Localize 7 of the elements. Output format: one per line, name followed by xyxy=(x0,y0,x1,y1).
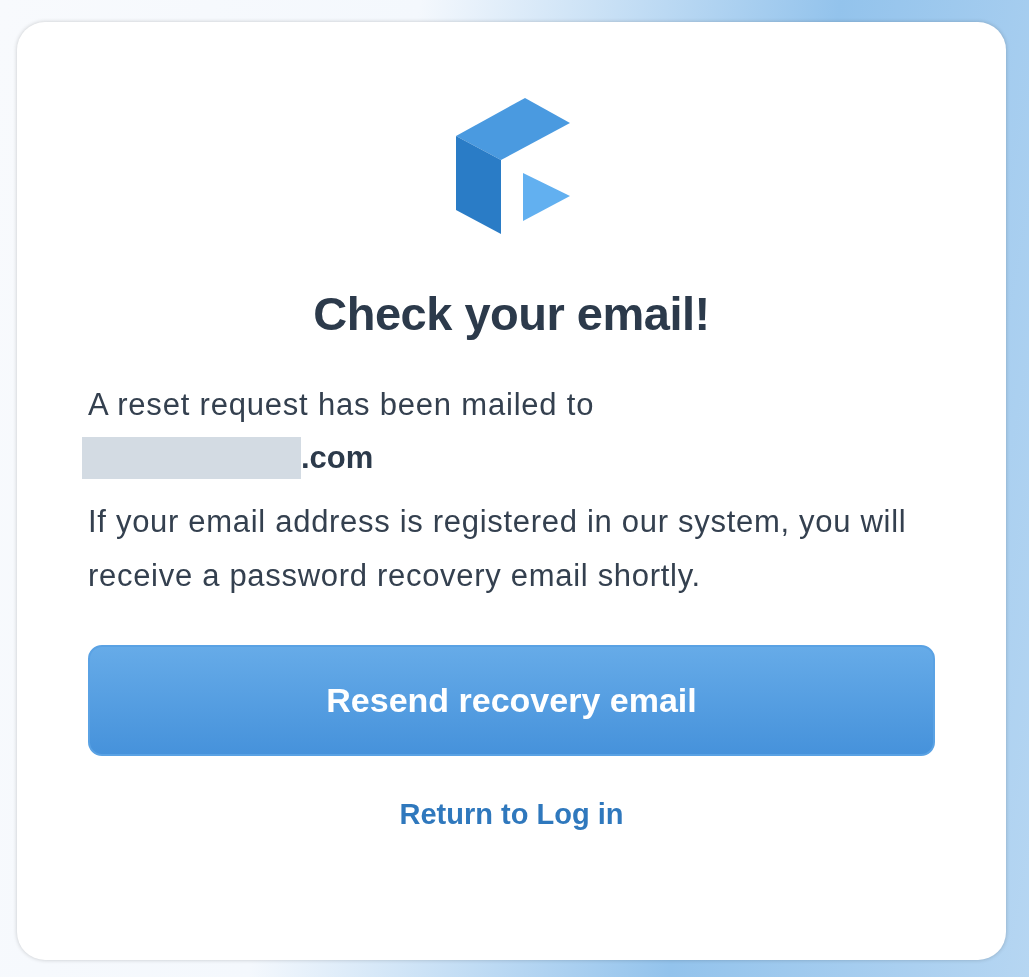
info-text: If your email address is registered in our system, you will receive a password recovery email shortly. xyxy=(88,503,908,595)
page-title: Check your email! xyxy=(313,286,710,341)
return-link[interactable]: Return to Log in xyxy=(399,798,624,831)
email-text: .com xyxy=(301,440,374,476)
cube-play-logo-icon xyxy=(455,98,570,234)
resend-button[interactable]: Resend recovery email xyxy=(88,645,935,756)
message-text: A reset request has been mailed to xyxy=(88,386,596,424)
